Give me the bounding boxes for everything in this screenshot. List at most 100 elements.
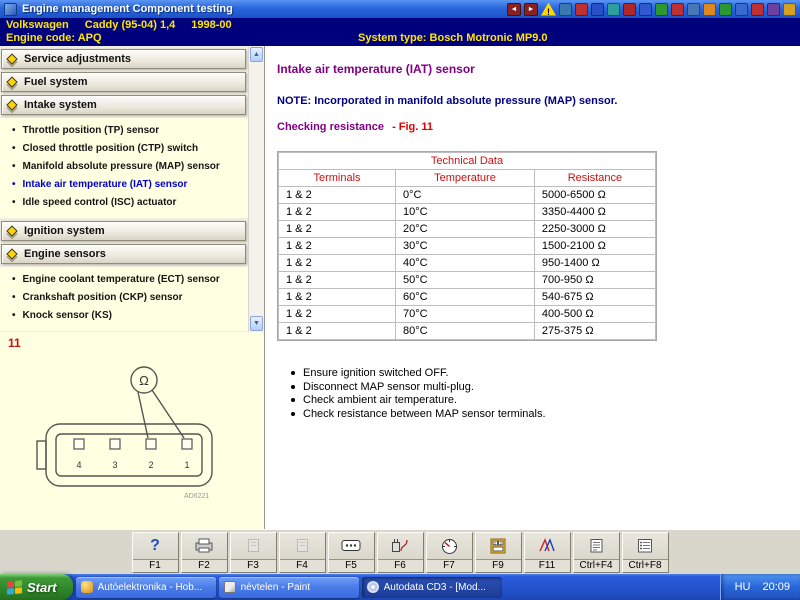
scroll-up-icon[interactable]: ▲ [250, 47, 263, 62]
fn-button-f11[interactable]: F11 [523, 531, 571, 573]
sidebar-section-fuel-system[interactable]: Fuel system [1, 72, 246, 92]
table-row: 1 & 2 0°C 5000-6500 Ω [277, 186, 657, 204]
fn-button-f2[interactable]: F2 [180, 531, 228, 573]
table-cell: 60°C [395, 288, 535, 306]
app-icon-9[interactable] [687, 2, 700, 16]
window-title: Engine management Component testing [22, 3, 233, 15]
fn-button-ctrl-f4[interactable]: Ctrl+F4 [572, 531, 620, 573]
cd-icon [366, 581, 379, 593]
app-icon-6[interactable] [639, 2, 652, 16]
taskbar: Start Autóelektronika - Hob... névtelen -… [0, 574, 800, 600]
app-icon-5[interactable] [623, 2, 636, 16]
sidebar-scrollbar[interactable]: ▲ ▼ [248, 46, 264, 332]
instruction-item: Ensure ignition switched OFF. [291, 367, 800, 380]
nav-forward-icon[interactable]: ► [524, 2, 538, 16]
clock[interactable]: 20:09 [762, 581, 790, 593]
fn-button-f3[interactable]: F3 [229, 531, 277, 573]
table-cell: 275-375 Ω [533, 322, 657, 340]
printer-icon [182, 533, 227, 559]
app-icon-2[interactable] [575, 2, 588, 16]
item-label: Throttle position (TP) sensor [22, 125, 160, 136]
item-label: Crankshaft position (CKP) sensor [22, 292, 183, 303]
warning-icon[interactable] [541, 2, 556, 16]
app-icon-12[interactable] [735, 2, 748, 16]
sidebar-item-throttle-position-tp-sensor[interactable]: • Throttle position (TP) sensor [0, 122, 248, 140]
sidebar-item-closed-throttle-position-ctp-switch[interactable]: • Closed throttle position (CTP) switch [0, 140, 248, 158]
fn-label: Ctrl+F8 [622, 558, 668, 572]
bullet-icon: • [12, 310, 16, 321]
fn-button-ctrl-f8[interactable]: Ctrl+F8 [621, 531, 669, 573]
svg-text:3: 3 [500, 541, 502, 545]
sidebar-section-ignition-system[interactable]: Ignition system [1, 221, 246, 241]
app-icon-4[interactable] [607, 2, 620, 16]
bullet-icon: • [12, 143, 16, 154]
sidebar-item-engine-coolant-temperature-ect-sensor[interactable]: • Engine coolant temperature (ECT) sensor [0, 271, 248, 289]
sidebar-item-list: • Throttle position (TP) sensor • Closed th… [0, 118, 248, 218]
table-row: 1 & 2 40°C 950-1400 Ω [277, 254, 657, 272]
table-cell: 1 & 2 [277, 254, 397, 272]
table-cell: 50°C [395, 271, 535, 289]
nav-back-icon[interactable]: ◄ [507, 2, 521, 16]
instruction-item: Check ambient air temperature. [291, 394, 800, 407]
app-icon-13[interactable] [751, 2, 764, 16]
table-cell: 1 & 2 [277, 305, 397, 323]
app-icon-15[interactable] [783, 2, 796, 16]
column-header: Temperature [395, 169, 535, 187]
app-icon-8[interactable] [671, 2, 684, 16]
fn-button-f9[interactable]: 2 3 F9 [474, 531, 522, 573]
windows-flag-icon [7, 579, 22, 595]
app-icon-3[interactable] [591, 2, 604, 16]
item-label: Engine coolant temperature (ECT) sensor [22, 274, 220, 285]
app-icon-11[interactable] [719, 2, 732, 16]
notes-icon [574, 533, 619, 559]
start-button[interactable]: Start [0, 574, 73, 600]
location-icon: 23 [476, 533, 521, 559]
sidebar-section-service-adjustments[interactable]: Service adjustments [1, 49, 246, 69]
sidebar-item-manifold-absolute-pressure-map-sensor[interactable]: • Manifold absolute pressure (MAP) sensor [0, 158, 248, 176]
app-icon-14[interactable] [767, 2, 780, 16]
sidebar-item-crankshaft-position-ckp-sensor[interactable]: • Crankshaft position (CKP) sensor [0, 289, 248, 307]
taskbar-item-autodata-cd3-mod[interactable]: Autodata CD3 - [Mod... [361, 576, 502, 598]
sidebar-item-intake-air-temperature-iat-sensor[interactable]: • Intake air temperature (IAT) sensor [0, 176, 248, 194]
app-icon-1[interactable] [559, 2, 572, 16]
sidebar-section-intake-system[interactable]: Intake system [1, 95, 246, 115]
table-cell: 1 & 2 [277, 186, 397, 204]
fn-button-f6[interactable]: F6 [376, 531, 424, 573]
check-label: Checking resistance [277, 121, 384, 133]
screen: Engine management Component testing ◄► V… [0, 0, 800, 600]
sidebar: Service adjustments Fuel system Intake sys… [0, 46, 264, 332]
taskbar-item-n-vtelen-paint[interactable]: névtelen - Paint [218, 576, 359, 598]
sidebar-item-idle-speed-control-isc-actuator[interactable]: • Idle speed control (ISC) actuator [0, 194, 248, 212]
pin-label-1: 1 [184, 460, 189, 470]
doc-icon [231, 533, 276, 559]
scroll-down-icon[interactable]: ▼ [250, 316, 263, 331]
fn-button-f1[interactable]: ? F1 [131, 531, 179, 573]
taskbar-item-aut-elektronika-hob[interactable]: Autóelektronika - Hob... [75, 576, 216, 598]
list-icon [623, 533, 668, 559]
figure-panel: 11 Ω 4 3 2 1 AD6221 [0, 332, 264, 529]
instruction-item: Disconnect MAP sensor multi-plug. [291, 381, 800, 394]
figure-reference[interactable]: - Fig. 11 [392, 121, 433, 133]
sidebar-item-knock-sensor-ks[interactable]: • Knock sensor (KS) [0, 307, 248, 325]
diamond-icon [6, 248, 18, 260]
item-label: Manifold absolute pressure (MAP) sensor [22, 161, 220, 172]
app-icon-7[interactable] [655, 2, 668, 16]
connector-diagram: Ω 4 3 2 1 AD6221 [36, 366, 213, 500]
fn-label: F2 [181, 558, 227, 572]
instruction-item: Check resistance between MAP sensor term… [291, 408, 800, 421]
fn-button-f4[interactable]: F4 [278, 531, 326, 573]
fn-button-f7[interactable]: F7 [425, 531, 473, 573]
table-cell: 1 & 2 [277, 237, 397, 255]
fn-label: F9 [475, 558, 521, 572]
column-header: Resistance [533, 169, 657, 187]
table-cell: 540-675 Ω [533, 288, 657, 306]
table-cell: 30°C [395, 237, 535, 255]
language-indicator[interactable]: HU [735, 581, 751, 593]
table-row: 1 & 2 30°C 1500-2100 Ω [277, 237, 657, 255]
table-cell: 3350-4400 Ω [533, 203, 657, 221]
sidebar-section-engine-sensors[interactable]: Engine sensors [1, 244, 246, 264]
app-icon-10[interactable] [703, 2, 716, 16]
table-cell: 1 & 2 [277, 322, 397, 340]
check-line: Checking resistance - Fig. 11 [277, 121, 800, 133]
fn-button-f5[interactable]: F5 [327, 531, 375, 573]
